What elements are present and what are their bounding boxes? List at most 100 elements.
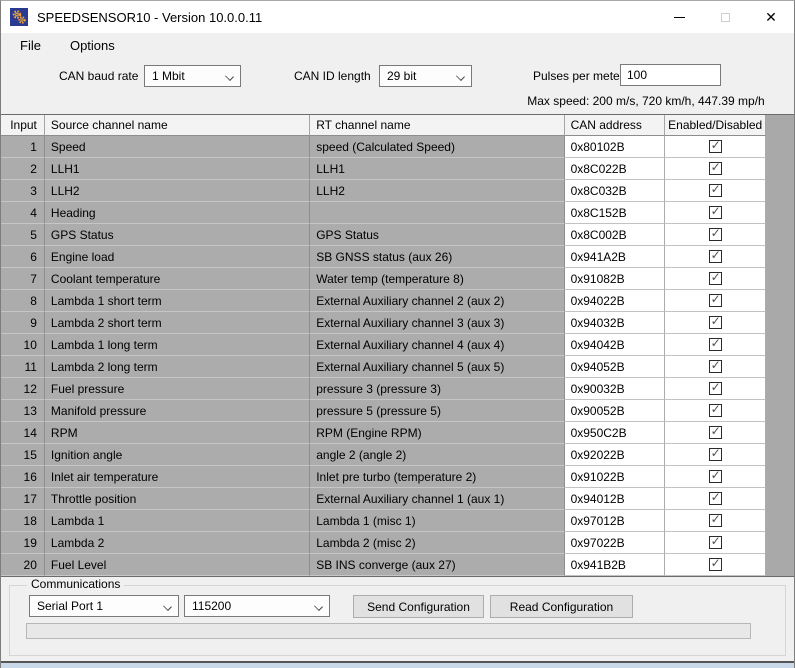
baud-rate-select[interactable]: 115200 [184,595,330,617]
row-source-channel[interactable]: Speed [45,136,310,158]
row-source-channel[interactable]: Throttle position [45,488,310,510]
enabled-checkbox[interactable] [709,184,722,197]
row-rt-channel[interactable]: External Auxiliary channel 3 (aux 3) [310,312,564,334]
can-baud-rate-select[interactable]: 1 Mbit [144,65,241,87]
row-can-address[interactable]: 0x80102B [565,136,666,158]
row-filler [766,202,794,224]
enabled-checkbox[interactable] [709,492,722,505]
row-can-address[interactable]: 0x94012B [565,488,666,510]
enabled-checkbox[interactable] [709,140,722,153]
can-id-length-select[interactable]: 29 bit [379,65,472,87]
enabled-checkbox[interactable] [709,404,722,417]
enabled-checkbox[interactable] [709,426,722,439]
row-rt-channel[interactable]: Lambda 2 (misc 2) [310,532,564,554]
enabled-checkbox[interactable] [709,228,722,241]
enabled-checkbox[interactable] [709,536,722,549]
row-rt-channel[interactable]: LLH1 [310,158,564,180]
window-title: SPEEDSENSOR10 - Version 10.0.0.11 [37,10,262,25]
row-can-address[interactable]: 0x91022B [565,466,666,488]
row-source-channel[interactable]: Engine load [45,246,310,268]
row-rt-channel[interactable]: SB GNSS status (aux 26) [310,246,564,268]
row-can-address[interactable]: 0x97022B [565,532,666,554]
enabled-checkbox[interactable] [709,558,722,571]
row-filler [766,158,794,180]
row-can-address[interactable]: 0x90052B [565,400,666,422]
row-source-channel[interactable]: Ignition angle [45,444,310,466]
row-can-address[interactable]: 0x91082B [565,268,666,290]
enabled-checkbox[interactable] [709,294,722,307]
row-source-channel[interactable]: Heading [45,202,310,224]
row-rt-channel[interactable]: pressure 5 (pressure 5) [310,400,564,422]
row-can-address[interactable]: 0x950C2B [565,422,666,444]
send-configuration-button[interactable]: Send Configuration [353,595,484,618]
row-can-address[interactable]: 0x941B2B [565,554,666,576]
row-can-address[interactable]: 0x94052B [565,356,666,378]
enabled-checkbox[interactable] [709,470,722,483]
row-rt-channel[interactable]: Inlet pre turbo (temperature 2) [310,466,564,488]
row-rt-channel[interactable]: angle 2 (angle 2) [310,444,564,466]
row-rt-channel[interactable]: pressure 3 (pressure 3) [310,378,564,400]
row-rt-channel[interactable]: External Auxiliary channel 2 (aux 2) [310,290,564,312]
row-source-channel[interactable]: Lambda 1 long term [45,334,310,356]
serial-port-select[interactable]: Serial Port 1 [29,595,179,617]
row-source-channel[interactable]: Lambda 2 [45,532,310,554]
table-row: 19 Lambda 2 Lambda 2 (misc 2) 0x97022B [1,532,794,554]
enabled-checkbox[interactable] [709,162,722,175]
row-source-channel[interactable]: Manifold pressure [45,400,310,422]
enabled-checkbox[interactable] [709,382,722,395]
read-configuration-button[interactable]: Read Configuration [490,595,633,618]
row-rt-channel[interactable]: Water temp (temperature 8) [310,268,564,290]
row-rt-channel[interactable]: SB INS converge (aux 27) [310,554,564,576]
row-rt-channel[interactable]: RPM (Engine RPM) [310,422,564,444]
pulses-per-meter-input[interactable] [620,64,721,86]
row-source-channel[interactable]: Coolant temperature [45,268,310,290]
row-source-channel[interactable]: Lambda 1 [45,510,310,532]
enabled-checkbox[interactable] [709,250,722,263]
row-can-address[interactable]: 0x941A2B [565,246,666,268]
row-filler [766,136,794,158]
row-enabled-cell [665,466,766,488]
row-source-channel[interactable]: LLH2 [45,180,310,202]
row-source-channel[interactable]: LLH1 [45,158,310,180]
minimize-button[interactable] [656,1,702,33]
row-can-address[interactable]: 0x8C022B [565,158,666,180]
row-source-channel[interactable]: Inlet air temperature [45,466,310,488]
row-source-channel[interactable]: Fuel Level [45,554,310,576]
row-can-address[interactable]: 0x8C032B [565,180,666,202]
row-can-address[interactable]: 0x94042B [565,334,666,356]
row-source-channel[interactable]: Lambda 2 short term [45,312,310,334]
row-source-channel[interactable]: Lambda 1 short term [45,290,310,312]
row-filler [766,356,794,378]
menu-options[interactable]: Options [60,35,125,56]
row-rt-channel[interactable]: External Auxiliary channel 5 (aux 5) [310,356,564,378]
row-filler [766,290,794,312]
row-rt-channel[interactable]: GPS Status [310,224,564,246]
menu-file[interactable]: File [10,35,51,56]
enabled-checkbox[interactable] [709,514,722,527]
row-can-address[interactable]: 0x90032B [565,378,666,400]
row-rt-channel[interactable]: External Auxiliary channel 4 (aux 4) [310,334,564,356]
enabled-checkbox[interactable] [709,206,722,219]
row-can-address[interactable]: 0x94022B [565,290,666,312]
enabled-checkbox[interactable] [709,360,722,373]
row-can-address[interactable]: 0x8C152B [565,202,666,224]
row-can-address[interactable]: 0x8C002B [565,224,666,246]
row-rt-channel[interactable]: LLH2 [310,180,564,202]
row-source-channel[interactable]: GPS Status [45,224,310,246]
row-source-channel[interactable]: Fuel pressure [45,378,310,400]
row-rt-channel[interactable]: External Auxiliary channel 1 (aux 1) [310,488,564,510]
row-rt-channel[interactable] [310,202,564,224]
row-source-channel[interactable]: RPM [45,422,310,444]
enabled-checkbox[interactable] [709,338,722,351]
enabled-checkbox[interactable] [709,448,722,461]
row-source-channel[interactable]: Lambda 2 long term [45,356,310,378]
close-button[interactable]: ✕ [748,1,794,33]
row-can-address[interactable]: 0x94032B [565,312,666,334]
maximize-button [702,1,748,33]
row-can-address[interactable]: 0x97012B [565,510,666,532]
row-can-address[interactable]: 0x92022B [565,444,666,466]
row-rt-channel[interactable]: speed (Calculated Speed) [310,136,564,158]
enabled-checkbox[interactable] [709,272,722,285]
enabled-checkbox[interactable] [709,316,722,329]
row-rt-channel[interactable]: Lambda 1 (misc 1) [310,510,564,532]
